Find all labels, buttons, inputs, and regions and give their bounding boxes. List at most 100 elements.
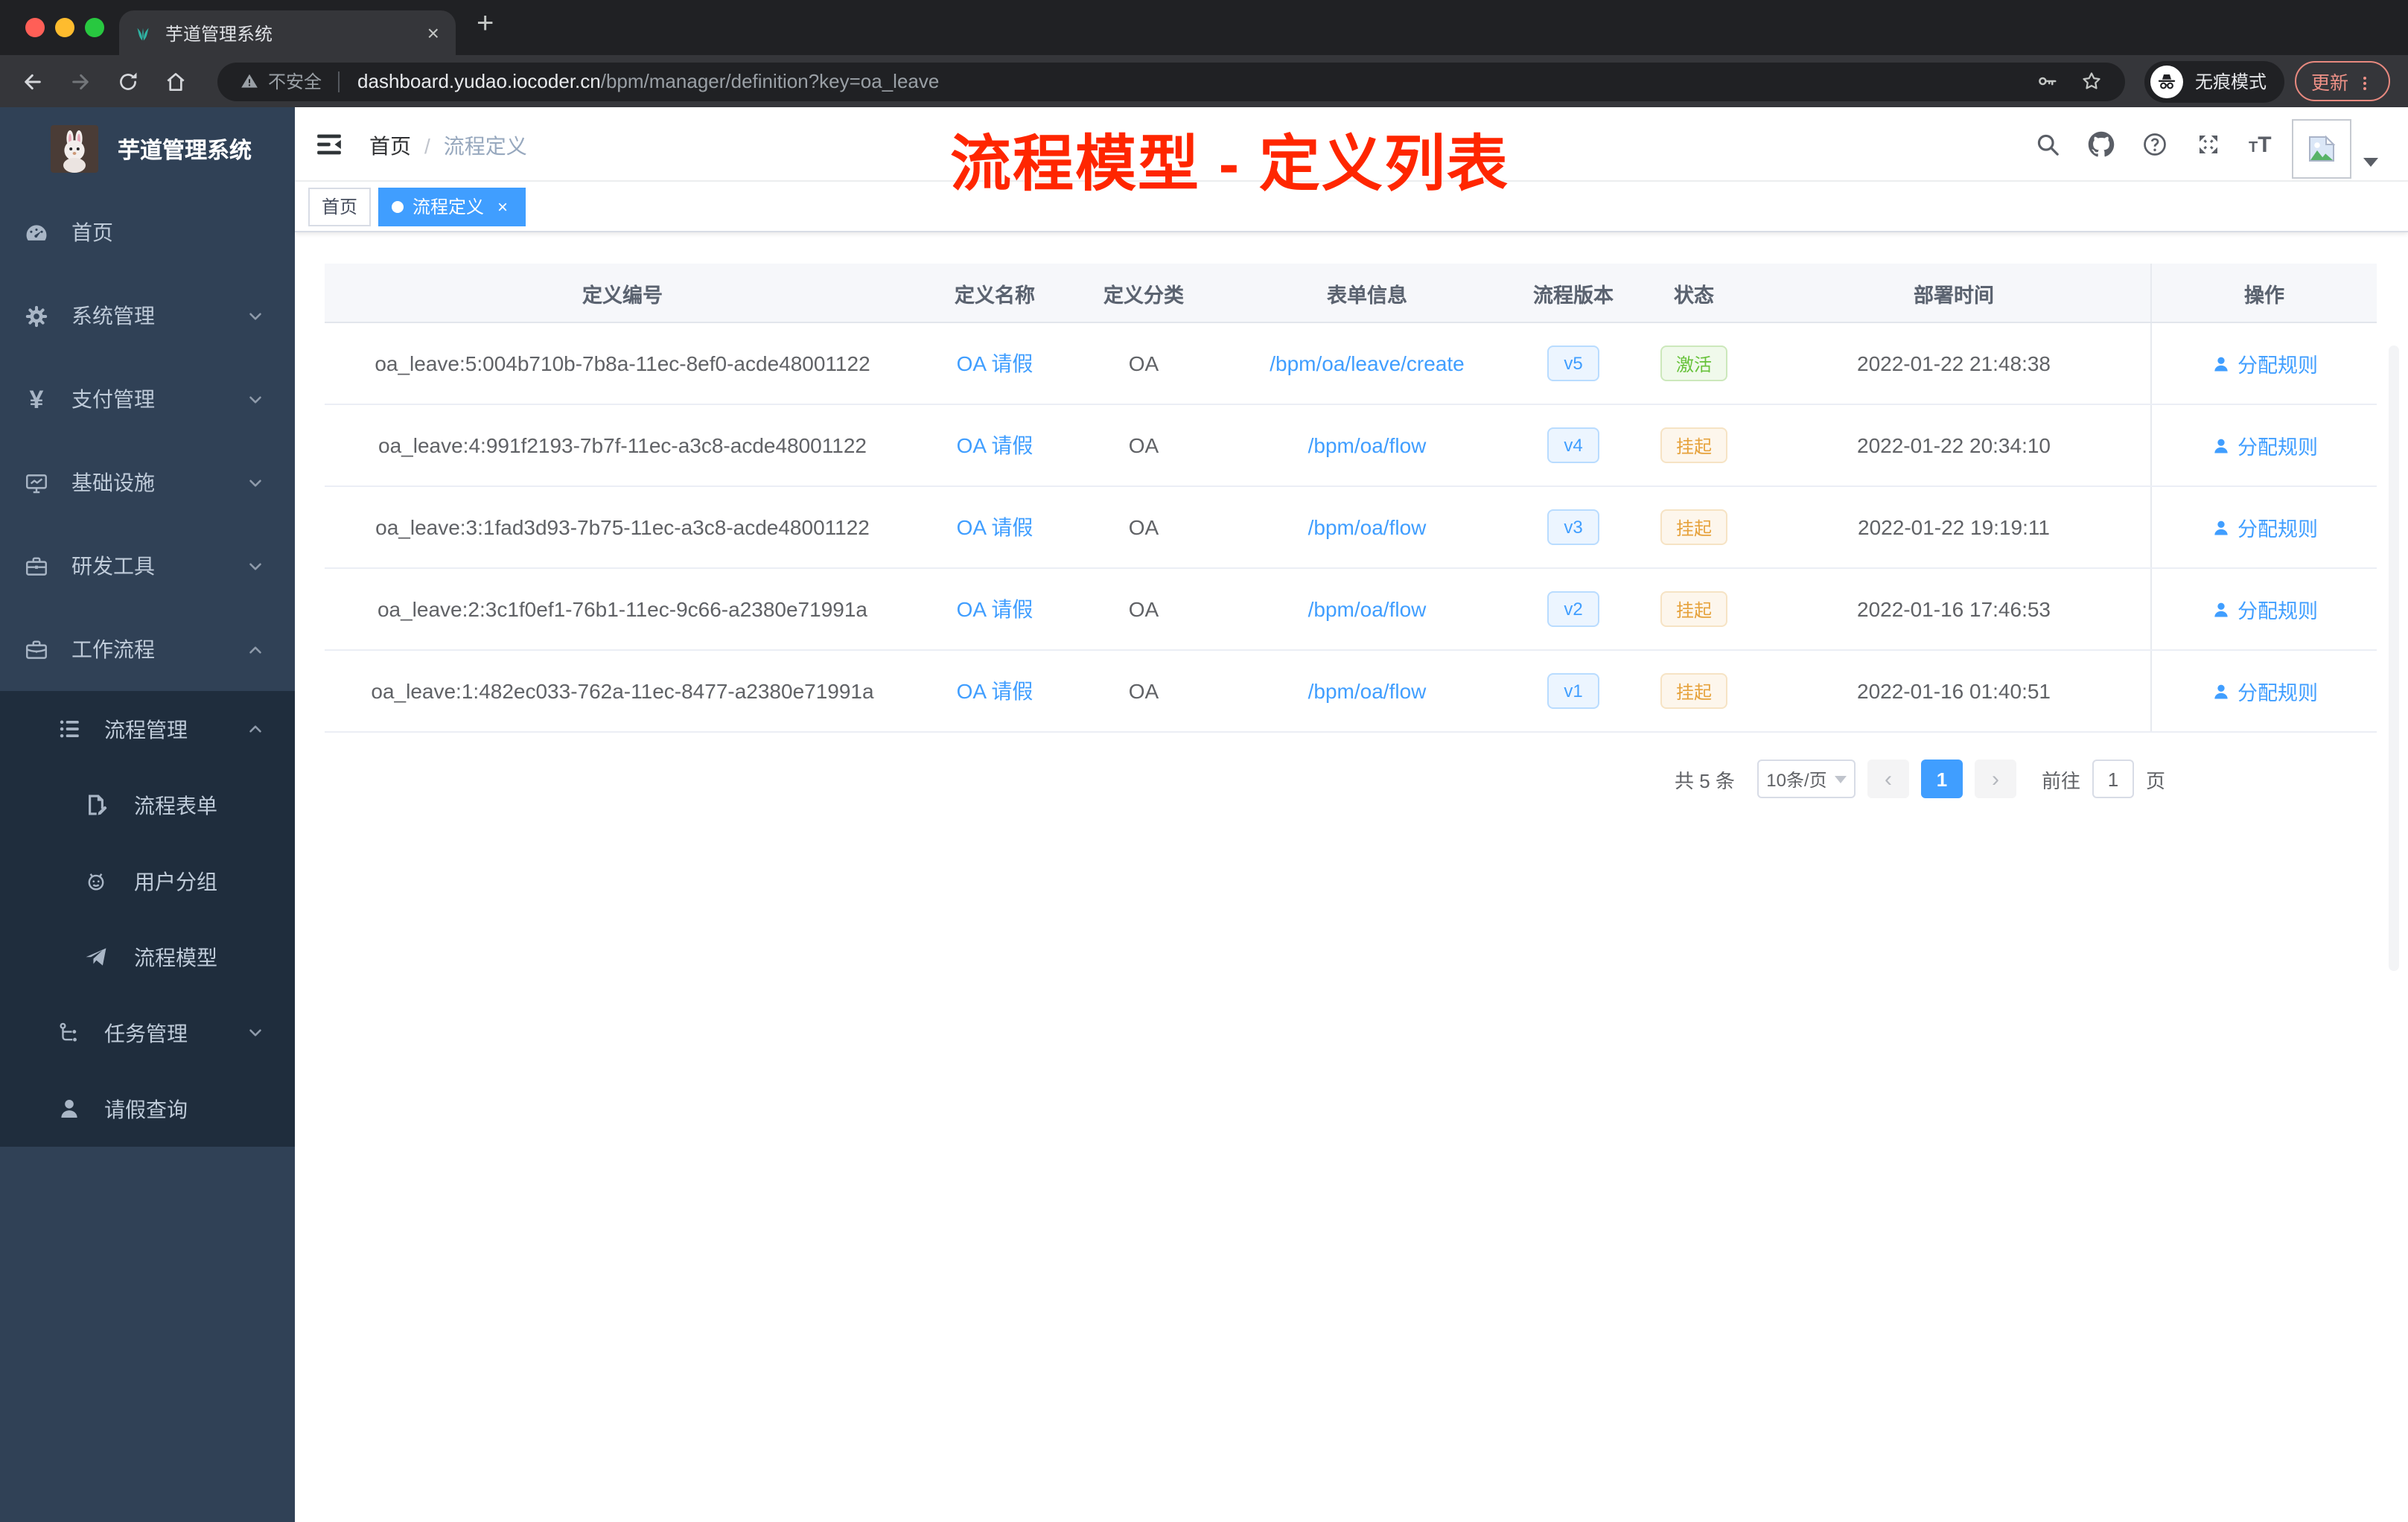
- rabbit-logo-avatar: [51, 125, 98, 173]
- column-header: 定义编号: [582, 284, 663, 306]
- search-icon[interactable]: [2034, 131, 2061, 158]
- sidebar-item-person[interactable]: 请假查询: [0, 1071, 295, 1147]
- forward-icon[interactable]: [69, 69, 92, 93]
- tag-close-icon[interactable]: ×: [493, 197, 512, 215]
- page-size-value: 10条/页: [1766, 769, 1827, 790]
- form-info-link[interactable]: /bpm/oa/flow: [1308, 597, 1427, 621]
- back-icon[interactable]: [21, 69, 45, 93]
- update-label: 更新: [2310, 73, 2348, 94]
- definition-name-link[interactable]: OA 请假: [957, 512, 1033, 542]
- breadcrumb-home[interactable]: 首页: [369, 131, 411, 161]
- table-row: oa_leave:1:482ec033-762a-11ec-8477-a2380…: [325, 651, 2377, 733]
- avatar-caret-down-icon[interactable]: [2363, 158, 2379, 167]
- window-minimize-button[interactable]: [55, 18, 74, 37]
- app-area: 芋道管理系统 首页 系统管理 ¥ 支付管理 基础设施 研发工具 工作流程 流程管理 流程表单 用户…: [0, 107, 2408, 1522]
- definition-name-link[interactable]: OA 请假: [957, 430, 1033, 460]
- window-maximize-button[interactable]: [85, 18, 104, 37]
- tab-close-icon[interactable]: ×: [424, 22, 442, 43]
- deploy-time: 2022-01-22 19:19:11: [1858, 515, 2050, 539]
- sidebar-item-task-tree[interactable]: 任务管理: [0, 995, 295, 1071]
- assign-rule-link[interactable]: 分配规则: [2211, 430, 2318, 460]
- browser-update-button[interactable]: 更新: [2295, 61, 2390, 101]
- help-icon[interactable]: [2141, 131, 2168, 158]
- definition-name-link[interactable]: OA 请假: [957, 348, 1033, 378]
- user-icon: [2211, 518, 2230, 537]
- assign-rule-label: 分配规则: [2237, 600, 2318, 623]
- version-tag: v5: [1547, 346, 1599, 381]
- sidebar-item-list-tree[interactable]: 流程管理: [0, 691, 295, 767]
- tag-1[interactable]: 流程定义 ×: [378, 187, 526, 226]
- goto-page-input[interactable]: 1: [2092, 760, 2134, 798]
- chevron-up-icon: [246, 640, 265, 659]
- fullscreen-icon[interactable]: [2195, 131, 2222, 158]
- sidebar-item-toolbox[interactable]: 研发工具: [0, 524, 295, 608]
- form-info-link[interactable]: /bpm/oa/flow: [1308, 515, 1427, 539]
- sidebar-item-user-group[interactable]: 用户分组: [0, 843, 295, 919]
- user-group-icon: [83, 868, 109, 894]
- definition-name-link[interactable]: OA 请假: [957, 676, 1033, 706]
- breadcrumb-separator: /: [424, 134, 430, 158]
- sidebar-item-briefcase[interactable]: 工作流程: [0, 608, 295, 691]
- prev-page-button[interactable]: ‹: [1867, 760, 1909, 798]
- sidebar-item-monitor[interactable]: 基础设施: [0, 441, 295, 524]
- task-tree-icon: [57, 1020, 82, 1045]
- sidebar-item-label: 请假查询: [104, 1097, 188, 1121]
- deploy-time: 2022-01-22 21:48:38: [1857, 351, 2051, 375]
- address-bar[interactable]: 不安全 dashboard.yudao.iocoder.cn /bpm/mana…: [217, 62, 2125, 101]
- user-icon: [2211, 599, 2230, 619]
- version-tag: v4: [1547, 427, 1599, 463]
- incognito-label: 无痕模式: [2195, 71, 2267, 92]
- form-info-link[interactable]: /bpm/oa/flow: [1308, 433, 1427, 457]
- status-badge: 激活: [1660, 346, 1727, 381]
- avatar[interactable]: [2292, 119, 2352, 179]
- window-close-button[interactable]: [25, 18, 45, 37]
- browser-menu-dots-icon[interactable]: [2356, 72, 2374, 90]
- bookmark-star-icon[interactable]: [2080, 70, 2103, 92]
- table-row: oa_leave:4:991f2193-7b7f-11ec-a3c8-acde4…: [325, 405, 2377, 487]
- assign-rule-link[interactable]: 分配规则: [2211, 594, 2318, 624]
- breadcrumb: 首页 / 流程定义: [369, 131, 527, 161]
- sidebar-item-label: 基础设施: [71, 471, 155, 494]
- browser-tab[interactable]: 芋道管理系统 ×: [119, 10, 456, 55]
- definition-name-link[interactable]: OA 请假: [957, 594, 1033, 624]
- github-icon[interactable]: [2088, 131, 2115, 158]
- password-key-icon[interactable]: [2036, 70, 2058, 92]
- assign-rule-link[interactable]: 分配规则: [2211, 348, 2318, 378]
- sidebar-item-gear[interactable]: 系统管理: [0, 274, 295, 357]
- sidebar-item-yen[interactable]: ¥ 支付管理: [0, 357, 295, 441]
- active-tag-dot: [392, 200, 404, 212]
- definition-id: oa_leave:4:991f2193-7b7f-11ec-a3c8-acde4…: [378, 433, 867, 457]
- page-1-button[interactable]: 1: [1920, 760, 1963, 798]
- assign-rule-label: 分配规则: [2237, 682, 2318, 704]
- column-header: 表单信息: [1327, 284, 1407, 306]
- hamburger-icon[interactable]: [314, 130, 344, 159]
- column-header: 流程版本: [1533, 284, 1614, 306]
- definition-id: oa_leave:3:1fad3d93-7b75-11ec-a3c8-acde4…: [375, 515, 870, 539]
- page-size-select[interactable]: 10条/页: [1756, 760, 1856, 798]
- assign-rule-link[interactable]: 分配规则: [2211, 676, 2318, 706]
- form-info-link[interactable]: /bpm/oa/flow: [1308, 679, 1427, 703]
- font-size-icon[interactable]: TT: [2249, 133, 2272, 156]
- table-row: oa_leave:3:1fad3d93-7b75-11ec-a3c8-acde4…: [325, 487, 2377, 569]
- sidebar-item-label: 流程管理: [104, 717, 188, 741]
- breadcrumb-current: 流程定义: [443, 134, 527, 158]
- scrollbar[interactable]: [2389, 346, 2399, 971]
- status-badge: 挂起: [1660, 427, 1727, 463]
- gear-icon: [24, 303, 49, 328]
- select-caret-icon: [1834, 775, 1847, 783]
- main-area: 首页 / 流程定义 TT 首页 流程定义 × 定义编号 定义名称 定义分类 表单信息 流程版…: [295, 107, 2408, 1522]
- new-tab-button[interactable]: +: [477, 7, 494, 42]
- sidebar-item-form-doc[interactable]: 流程表单: [0, 767, 295, 843]
- home-icon[interactable]: [164, 69, 188, 93]
- sidebar-logo[interactable]: 芋道管理系统: [0, 107, 295, 191]
- reload-icon[interactable]: [116, 69, 140, 93]
- assign-rule-link[interactable]: 分配规则: [2211, 512, 2318, 542]
- tag-label: 首页: [322, 197, 358, 217]
- sidebar-item-paper-plane[interactable]: 流程模型: [0, 919, 295, 995]
- form-info-link[interactable]: /bpm/oa/leave/create: [1270, 351, 1465, 375]
- sidebar-item-dashboard[interactable]: 首页: [0, 191, 295, 274]
- tag-0[interactable]: 首页: [308, 187, 372, 226]
- url-host: dashboard.yudao.iocoder.cn: [357, 70, 601, 92]
- next-page-button[interactable]: ›: [1974, 760, 2016, 798]
- dashboard-icon: [24, 220, 49, 245]
